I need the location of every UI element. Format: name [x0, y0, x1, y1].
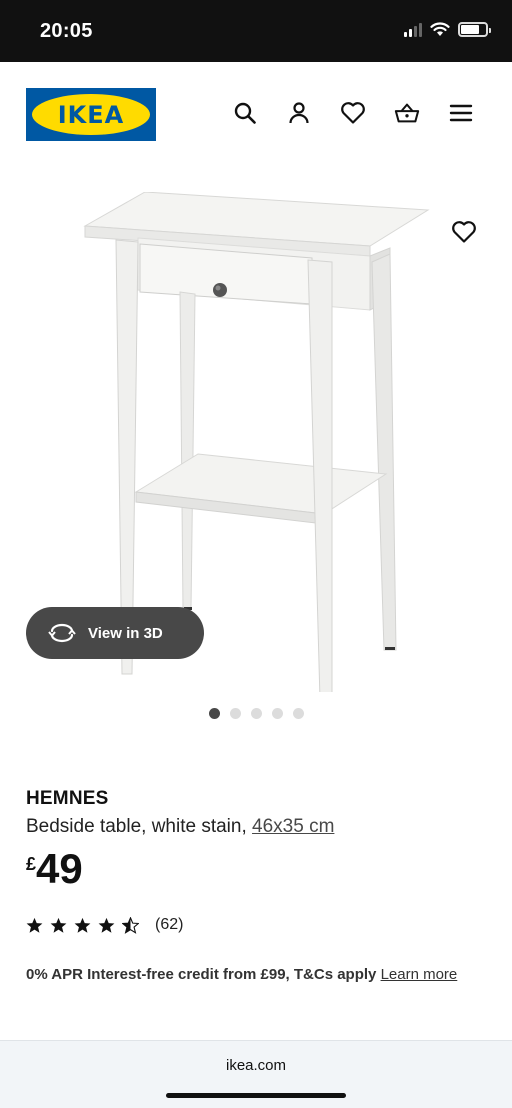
carousel-dot[interactable]	[229, 708, 241, 719]
home-indicator[interactable]	[166, 1093, 346, 1098]
logo-text: IKEA	[57, 100, 125, 129]
url-display[interactable]: ikea.com	[0, 1057, 512, 1074]
star-full-icon	[50, 917, 67, 933]
star-full-icon	[74, 917, 91, 933]
ikea-logo[interactable]: IKEA	[26, 88, 156, 141]
status-time: 20:05	[40, 20, 93, 42]
view-in-3d-label: View in 3D	[88, 624, 163, 642]
measurement-link[interactable]: 46x35 cm	[252, 816, 334, 837]
rating-count: (62)	[155, 916, 184, 933]
account-icon[interactable]	[286, 100, 312, 126]
product-gallery[interactable]: View in 3D	[0, 172, 512, 692]
product-price: £ 49	[26, 848, 486, 890]
basket-icon[interactable]	[394, 100, 420, 126]
product-rating[interactable]: (62)	[26, 916, 183, 934]
carousel-dot[interactable]	[250, 708, 262, 719]
product-name: HEMNES	[26, 788, 109, 809]
price-currency: £	[26, 854, 37, 874]
status-bar: 20:05	[0, 0, 512, 62]
credit-text: 0% APR Interest-free credit from £99, T&…	[26, 966, 381, 983]
learn-more-link[interactable]: Learn more	[381, 966, 458, 983]
status-icons	[404, 22, 491, 37]
search-icon[interactable]	[232, 100, 258, 126]
rotate-3d-icon	[48, 623, 76, 643]
carousel-dot[interactable]	[271, 708, 283, 719]
credit-info: 0% APR Interest-free credit from £99, T&…	[26, 963, 486, 987]
heart-icon[interactable]	[340, 100, 366, 126]
star-full-icon	[98, 917, 115, 933]
view-in-3d-button[interactable]: View in 3D	[26, 607, 204, 659]
product-description: Bedside table, white stain, 46x35 cm	[26, 816, 335, 837]
add-to-wishlist-button[interactable]	[446, 214, 482, 250]
header-actions	[232, 100, 474, 126]
cellular-signal-icon	[404, 22, 422, 37]
product-info: HEMNES Bedside table, white stain, 46x35…	[26, 788, 486, 890]
browser-address-bar: ikea.com	[0, 1040, 512, 1108]
star-half-icon	[122, 916, 139, 934]
wifi-icon	[430, 22, 450, 36]
carousel-dot[interactable]	[208, 708, 220, 719]
star-full-icon	[26, 917, 43, 933]
battery-icon	[458, 22, 491, 37]
site-header: IKEA	[0, 62, 512, 172]
heart-icon	[452, 221, 476, 243]
price-value: 49	[36, 845, 83, 892]
carousel-pagination	[0, 708, 512, 719]
menu-icon[interactable]	[448, 100, 474, 126]
carousel-dot[interactable]	[292, 708, 304, 719]
